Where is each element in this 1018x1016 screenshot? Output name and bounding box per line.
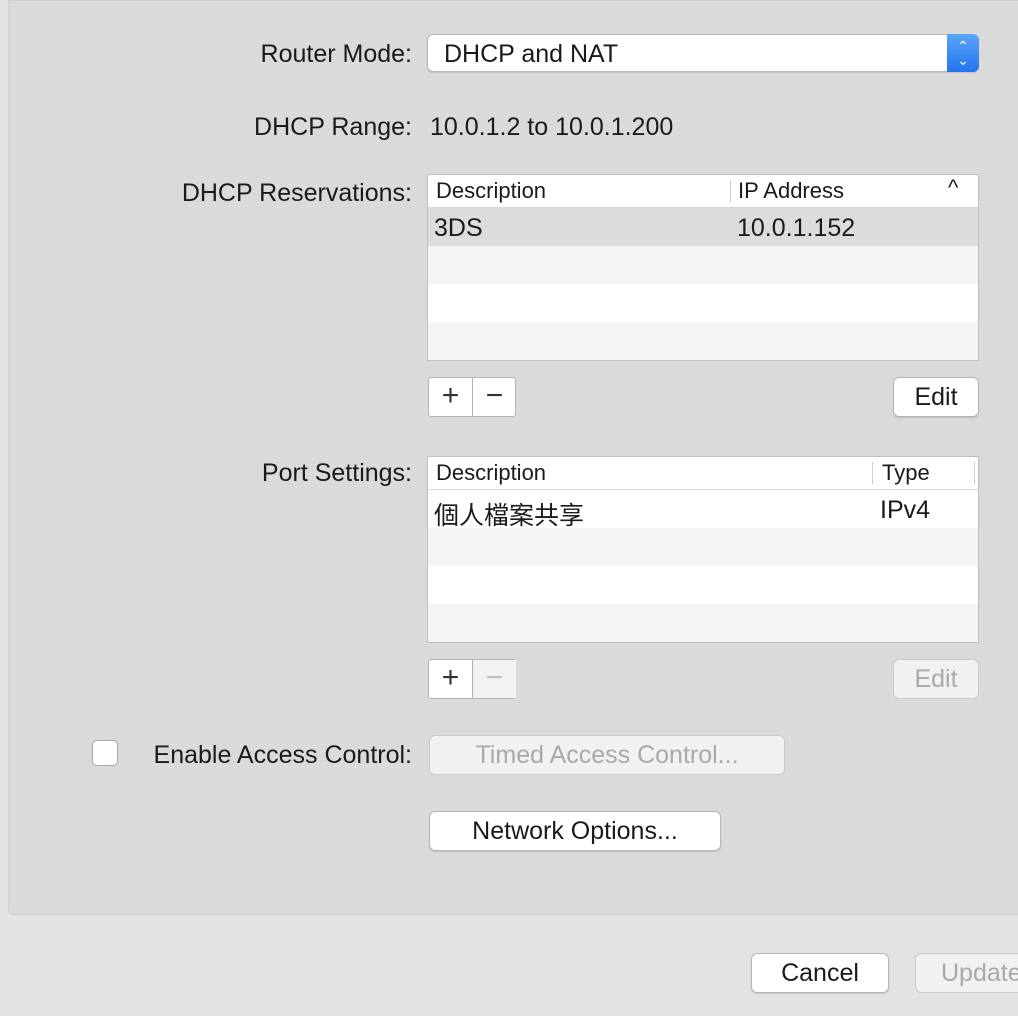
table-row-empty [428, 604, 978, 642]
router-mode-select[interactable]: DHCP and NAT ⌃ ⌄ [427, 34, 979, 72]
timed-access-control-button[interactable]: Timed Access Control... [429, 735, 785, 775]
router-mode-value: DHCP and NAT [444, 40, 619, 68]
dhcp-range-value: 10.0.1.2 to 10.0.1.200 [430, 113, 674, 141]
table-row-empty [428, 566, 978, 604]
table-row-empty [428, 322, 978, 360]
table-header: Description Type [428, 457, 978, 490]
enable-access-control-checkbox[interactable] [92, 740, 118, 766]
table-row-empty [428, 528, 978, 566]
edit-port-button[interactable]: Edit [893, 659, 979, 699]
add-reservation-button[interactable]: + [429, 378, 472, 416]
column-header-ip-address[interactable]: IP Address [738, 178, 844, 204]
enable-access-control-label: Enable Access Control: [153, 741, 412, 769]
select-arrows-icon: ⌃ ⌄ [947, 34, 979, 72]
ports-add-remove-control: + − [428, 659, 516, 699]
table-row[interactable]: 3DS 10.0.1.152 [428, 208, 978, 246]
table-header: Description IP Address ^ [428, 175, 978, 208]
reservation-ip: 10.0.1.152 [737, 214, 856, 242]
network-options-button[interactable]: Network Options... [429, 811, 721, 851]
port-settings-table[interactable]: Description Type 個人檔案共享 IPv4 [427, 456, 979, 643]
column-header-description[interactable]: Description [436, 178, 546, 204]
sort-ascending-icon: ^ [948, 175, 959, 200]
dhcp-range-label: DHCP Range: [254, 113, 412, 141]
dhcp-reservations-table[interactable]: Description IP Address ^ 3DS 10.0.1.152 [427, 174, 979, 361]
remove-reservation-button[interactable]: − [473, 378, 516, 416]
router-mode-label: Router Mode: [260, 40, 412, 68]
remove-port-button[interactable]: − [473, 660, 516, 698]
port-type: IPv4 [880, 496, 931, 524]
cancel-button[interactable]: Cancel [751, 953, 889, 993]
reservation-description: 3DS [434, 214, 483, 242]
table-row-empty [428, 246, 978, 284]
port-description: 個人檔案共享 [434, 502, 585, 530]
column-header-type[interactable]: Type [882, 460, 930, 486]
table-row[interactable]: 個人檔案共享 IPv4 [428, 490, 978, 530]
table-row-empty [428, 284, 978, 322]
update-button-clip: Update [915, 953, 1018, 993]
port-settings-label: Port Settings: [261, 459, 412, 487]
update-button[interactable]: Update [915, 953, 1018, 993]
edit-reservation-button[interactable]: Edit [893, 377, 979, 417]
add-port-button[interactable]: + [429, 660, 472, 698]
column-header-description[interactable]: Description [436, 460, 546, 486]
dhcp-reservations-label: DHCP Reservations: [181, 179, 412, 207]
reservations-add-remove-control: + − [428, 377, 516, 417]
